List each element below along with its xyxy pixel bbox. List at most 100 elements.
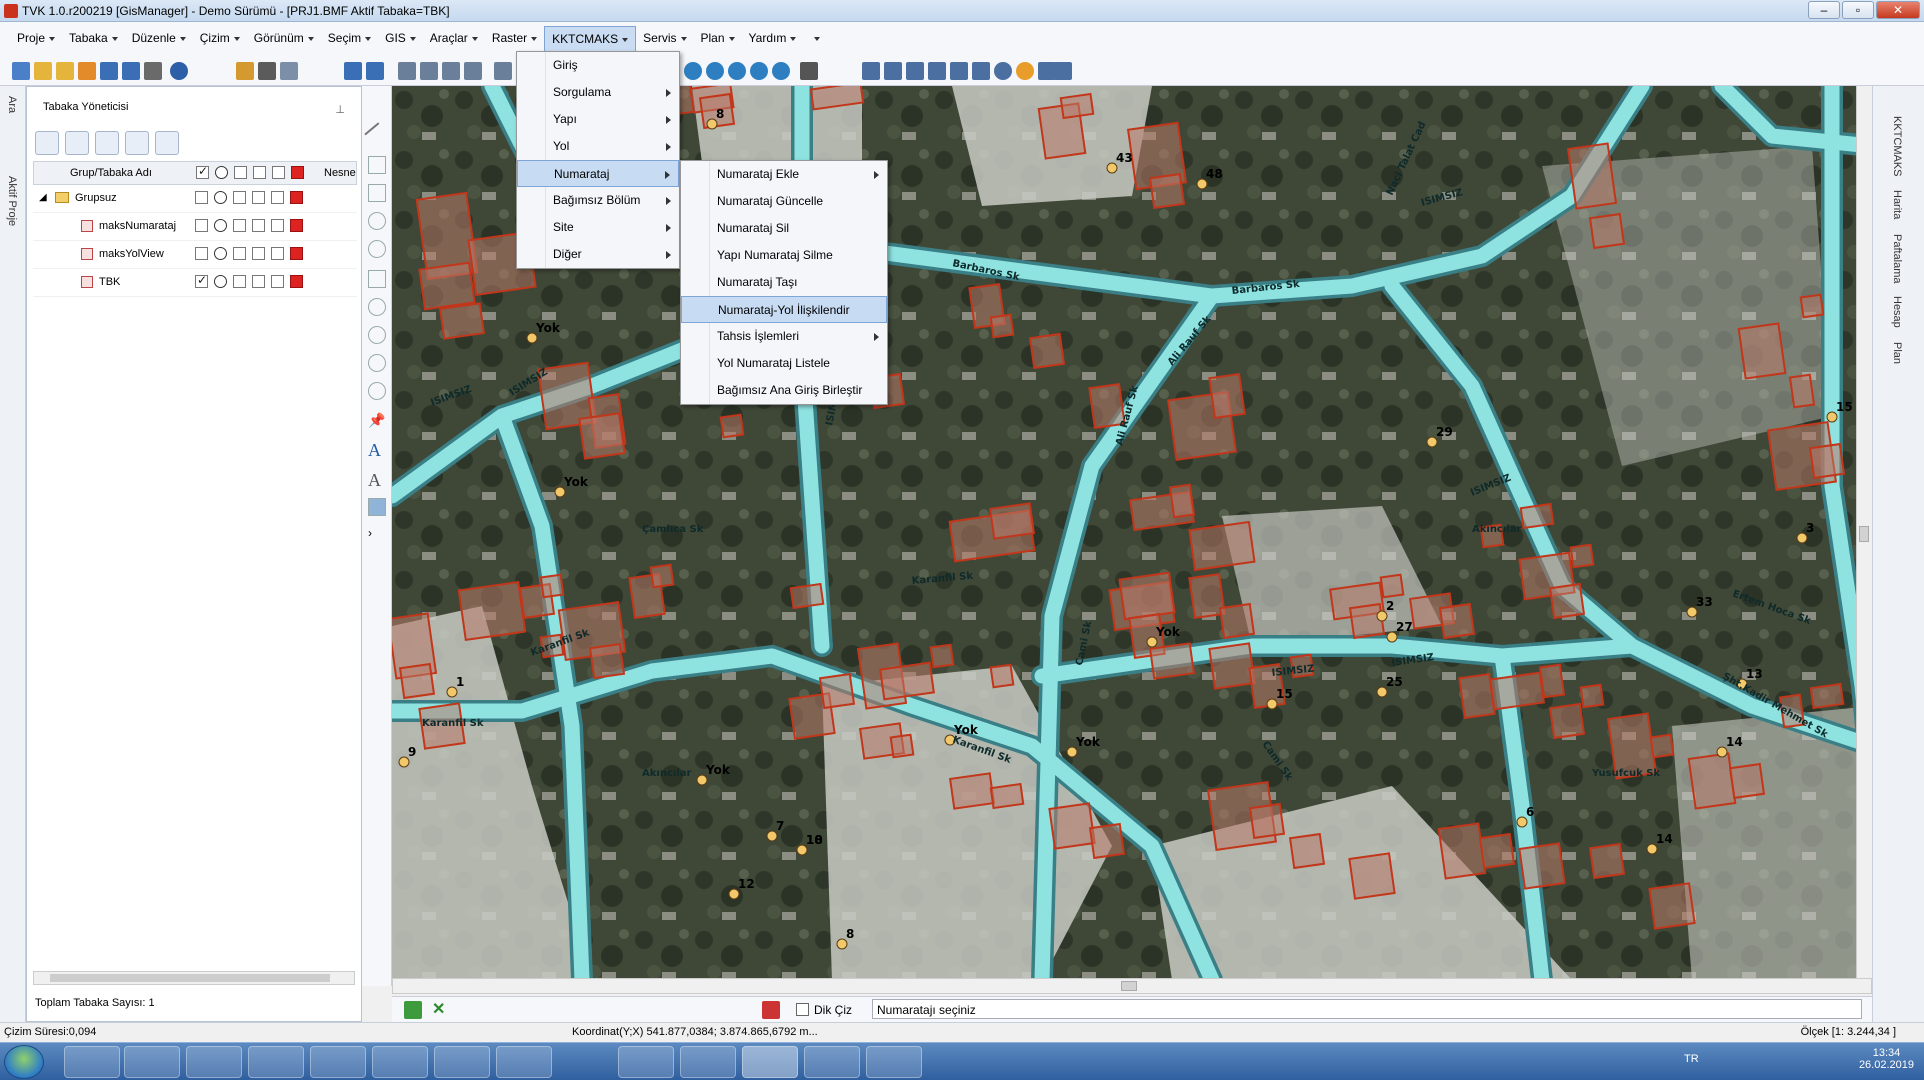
deselect-icon[interactable]: [950, 62, 968, 80]
tree-expand-icon[interactable]: [35, 131, 59, 155]
cut-icon[interactable]: [420, 62, 438, 80]
kktcmaks-site[interactable]: Site: [517, 214, 679, 241]
collapse-triangle-icon[interactable]: ◢: [39, 192, 47, 203]
layer-visible-checkbox[interactable]: [195, 273, 208, 288]
select-icon[interactable]: [862, 62, 880, 80]
building[interactable]: [989, 782, 1025, 810]
text-tool-icon[interactable]: A: [368, 440, 386, 460]
menu-raster[interactable]: Raster: [485, 26, 544, 52]
save-as-icon[interactable]: [122, 62, 140, 80]
line-tool-icon[interactable]: [364, 122, 390, 148]
command-prompt[interactable]: Numaratajı seçiniz: [872, 999, 1862, 1019]
yapi-numarataj-silme[interactable]: Yapı Numarataj Silme: [681, 242, 887, 269]
right-tab-plan[interactable]: Plan: [1891, 342, 1903, 364]
multiline-tool-icon[interactable]: [368, 184, 386, 202]
arc-3p-tool-icon[interactable]: [368, 382, 386, 400]
visible-all-checkbox[interactable]: [196, 164, 209, 179]
ellipse-tool-icon[interactable]: [368, 354, 386, 372]
kktcmaks-giris[interactable]: Giriş: [517, 52, 679, 79]
table-icon[interactable]: [258, 62, 276, 80]
numarataj-sil[interactable]: Numarataj Sil: [681, 215, 887, 242]
menu-cizim[interactable]: Çizim: [193, 26, 247, 52]
building[interactable]: [1438, 602, 1476, 640]
text-outline-tool-icon[interactable]: A: [368, 470, 386, 490]
pin-tool-icon[interactable]: 📌: [368, 412, 386, 430]
layer-print-icon[interactable]: [271, 275, 284, 288]
building[interactable]: [1088, 822, 1126, 860]
building[interactable]: [457, 580, 527, 642]
open-folder-icon[interactable]: [34, 62, 52, 80]
taskbar-app-13[interactable]: [866, 1046, 922, 1078]
building[interactable]: [989, 663, 1015, 689]
building[interactable]: [1208, 642, 1256, 690]
layer-lock-icon[interactable]: [233, 219, 246, 232]
group-eye-icon[interactable]: [214, 191, 227, 204]
building[interactable]: [1799, 293, 1825, 319]
building[interactable]: [1248, 802, 1286, 840]
right-tab-harita[interactable]: Harita: [1891, 190, 1903, 219]
kktcmaks-yapi[interactable]: Yapı: [517, 106, 679, 133]
yol-numarataj-listele[interactable]: Yol Numarataj Listele: [681, 350, 887, 377]
group-delete-icon[interactable]: [290, 191, 303, 204]
polygon-tool-icon[interactable]: [368, 270, 386, 288]
add-layer-icon[interactable]: [95, 131, 119, 155]
zoom-window-icon[interactable]: [772, 62, 790, 80]
building[interactable]: [889, 733, 915, 759]
taskbar-outlook-icon[interactable]: [248, 1046, 304, 1078]
more-tools-chevron-icon[interactable]: ›: [368, 526, 386, 544]
building[interactable]: [649, 563, 675, 589]
building[interactable]: [1048, 802, 1096, 850]
ara-tab[interactable]: Ara: [6, 96, 18, 113]
building[interactable]: [1379, 573, 1405, 599]
minimize-button[interactable]: –: [1808, 1, 1840, 19]
language-indicator[interactable]: TR: [1684, 1053, 1699, 1065]
info-icon[interactable]: [972, 62, 990, 80]
layer-snap-icon[interactable]: [252, 247, 265, 260]
building[interactable]: [1489, 671, 1545, 711]
building[interactable]: [1809, 682, 1845, 710]
copy-icon[interactable]: [398, 62, 416, 80]
taskbar-app-10[interactable]: [680, 1046, 736, 1078]
group-lock-icon[interactable]: [233, 191, 246, 204]
layer-row[interactable]: maksNumarataj: [33, 213, 357, 241]
new-file-icon[interactable]: [12, 62, 30, 80]
add-icon[interactable]: [78, 62, 96, 80]
taskbar-app-3[interactable]: [186, 1046, 242, 1078]
settings-icon[interactable]: [1054, 62, 1072, 80]
building[interactable]: [1218, 602, 1256, 640]
building[interactable]: [719, 413, 745, 439]
layer-settings-icon[interactable]: [155, 131, 179, 155]
building[interactable]: [1518, 842, 1566, 890]
layer-visible-checkbox[interactable]: [195, 219, 208, 232]
tahsis-islemleri[interactable]: Tahsis İşlemleri: [681, 323, 887, 350]
layer-eye-icon[interactable]: [214, 219, 227, 232]
building[interactable]: [989, 313, 1015, 339]
right-tab-kktcmaks[interactable]: KKTCMAKS: [1891, 116, 1903, 177]
aktif-proje-tab[interactable]: Aktif Proje: [6, 176, 18, 226]
help-blue-icon[interactable]: [994, 62, 1012, 80]
building[interactable]: [1288, 832, 1326, 870]
layer-eye-icon[interactable]: [214, 247, 227, 260]
layer-delete-icon[interactable]: [290, 247, 303, 260]
map-vertical-scrollbar[interactable]: [1856, 86, 1872, 978]
layer-visible-checkbox[interactable]: [195, 247, 208, 260]
building[interactable]: [1588, 212, 1626, 250]
building[interactable]: [1188, 572, 1226, 620]
map-v-scroll-thumb[interactable]: [1859, 526, 1869, 542]
bagimsiz-ana-giris-birlestir[interactable]: Bağımsız Ana Giriş Birleştir: [681, 377, 887, 404]
dik-ciz-checkbox[interactable]: [796, 1003, 809, 1016]
circle-3p-tool-icon[interactable]: [368, 326, 386, 344]
taskbar-chrome-icon[interactable]: [434, 1046, 490, 1078]
layer-lock-icon[interactable]: [233, 275, 246, 288]
right-tab-paftalama[interactable]: Paftalama: [1891, 234, 1903, 284]
layer-snap-icon[interactable]: [252, 219, 265, 232]
cross-tool-icon[interactable]: ✕: [432, 999, 445, 1019]
print-icon[interactable]: [144, 62, 162, 80]
image-tool-icon[interactable]: [368, 498, 386, 516]
panel-horizontal-scrollbar[interactable]: [33, 971, 355, 985]
arc-tool-icon[interactable]: [368, 212, 386, 230]
taskbar-ie-icon[interactable]: [310, 1046, 366, 1078]
layer-delete-icon[interactable]: [290, 219, 303, 232]
group-visible-checkbox[interactable]: [195, 191, 208, 204]
building[interactable]: [578, 412, 626, 460]
